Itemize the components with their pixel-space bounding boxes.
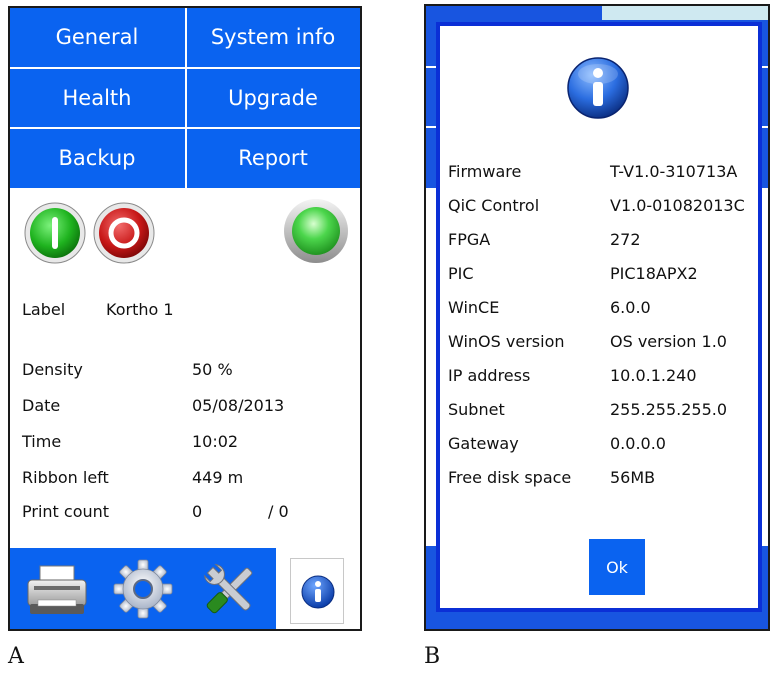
background-content xyxy=(762,188,768,546)
firmware-label: Firmware xyxy=(448,162,522,181)
fpga-label: FPGA xyxy=(448,230,491,249)
qic-control-value: V1.0-01082013C xyxy=(610,196,745,215)
report-button[interactable]: Report xyxy=(186,129,360,187)
menu-divider-horizontal xyxy=(10,127,360,129)
bottom-toolbar xyxy=(10,548,276,629)
panel-a-main-screen: General System info Health Upgrade Backu… xyxy=(8,6,362,631)
panel-b-system-info: Firmware T-V1.0-310713A QiC Control V1.0… xyxy=(424,4,770,631)
winos-version-label: WinOS version xyxy=(448,332,565,351)
firmware-value: T-V1.0-310713A xyxy=(610,162,738,181)
time-value: 10:02 xyxy=(192,432,239,451)
main-menu-grid: General System info Health Upgrade Backu… xyxy=(10,8,360,188)
label-field-label: Label xyxy=(22,300,66,319)
ribbon-left-value: 449 m xyxy=(192,468,244,487)
density-label: Density xyxy=(22,360,83,379)
ip-address-label: IP address xyxy=(448,366,531,385)
stop-icon[interactable] xyxy=(93,202,155,264)
menu-divider-horizontal xyxy=(10,67,360,69)
status-led-icon xyxy=(284,199,348,263)
gear-icon[interactable] xyxy=(112,558,174,620)
background-tab xyxy=(602,6,768,20)
system-info-dialog: Firmware T-V1.0-310713A QiC Control V1.0… xyxy=(436,22,762,612)
print-count-value: 0 xyxy=(192,502,203,521)
label-field-value: Kortho 1 xyxy=(106,300,174,319)
subnet-value: 255.255.255.0 xyxy=(610,400,728,419)
background-divider xyxy=(426,66,436,68)
wince-value: 6.0.0 xyxy=(610,298,651,317)
print-count-total: / 0 xyxy=(268,502,289,521)
time-label: Time xyxy=(22,432,62,451)
caption-b: B xyxy=(424,644,441,669)
info-tab[interactable] xyxy=(290,558,344,624)
menu-divider-vertical xyxy=(185,8,187,188)
date-label: Date xyxy=(22,396,61,415)
fpga-value: 272 xyxy=(610,230,641,249)
info-icon xyxy=(301,575,335,609)
free-disk-space-value: 56MB xyxy=(610,468,656,487)
tools-icon[interactable] xyxy=(198,558,262,622)
background-divider xyxy=(426,126,436,128)
power-on-icon[interactable] xyxy=(24,202,86,264)
pic-label: PIC xyxy=(448,264,474,283)
system-info-button[interactable]: System info xyxy=(186,8,360,66)
wince-label: WinCE xyxy=(448,298,500,317)
info-icon xyxy=(567,57,629,119)
pic-value: PIC18APX2 xyxy=(610,264,698,283)
free-disk-space-label: Free disk space xyxy=(448,468,572,487)
ip-address-value: 10.0.1.240 xyxy=(610,366,697,385)
gateway-label: Gateway xyxy=(448,434,519,453)
printer-icon[interactable] xyxy=(24,560,90,620)
subnet-label: Subnet xyxy=(448,400,505,419)
upgrade-button[interactable]: Upgrade xyxy=(186,69,360,127)
backup-button[interactable]: Backup xyxy=(10,129,184,187)
gateway-value: 0.0.0.0 xyxy=(610,434,666,453)
background-content xyxy=(426,188,436,546)
density-value: 50 % xyxy=(192,360,233,379)
background-divider xyxy=(762,66,768,68)
general-button[interactable]: General xyxy=(10,8,184,66)
date-value: 05/08/2013 xyxy=(192,396,285,415)
ok-button[interactable]: Ok xyxy=(589,539,645,595)
winos-version-value: OS version 1.0 xyxy=(610,332,727,351)
ribbon-left-label: Ribbon left xyxy=(22,468,109,487)
qic-control-label: QiC Control xyxy=(448,196,540,215)
print-count-label: Print count xyxy=(22,502,110,521)
caption-a: A xyxy=(8,644,24,669)
health-button[interactable]: Health xyxy=(10,69,184,127)
background-divider xyxy=(762,126,768,128)
